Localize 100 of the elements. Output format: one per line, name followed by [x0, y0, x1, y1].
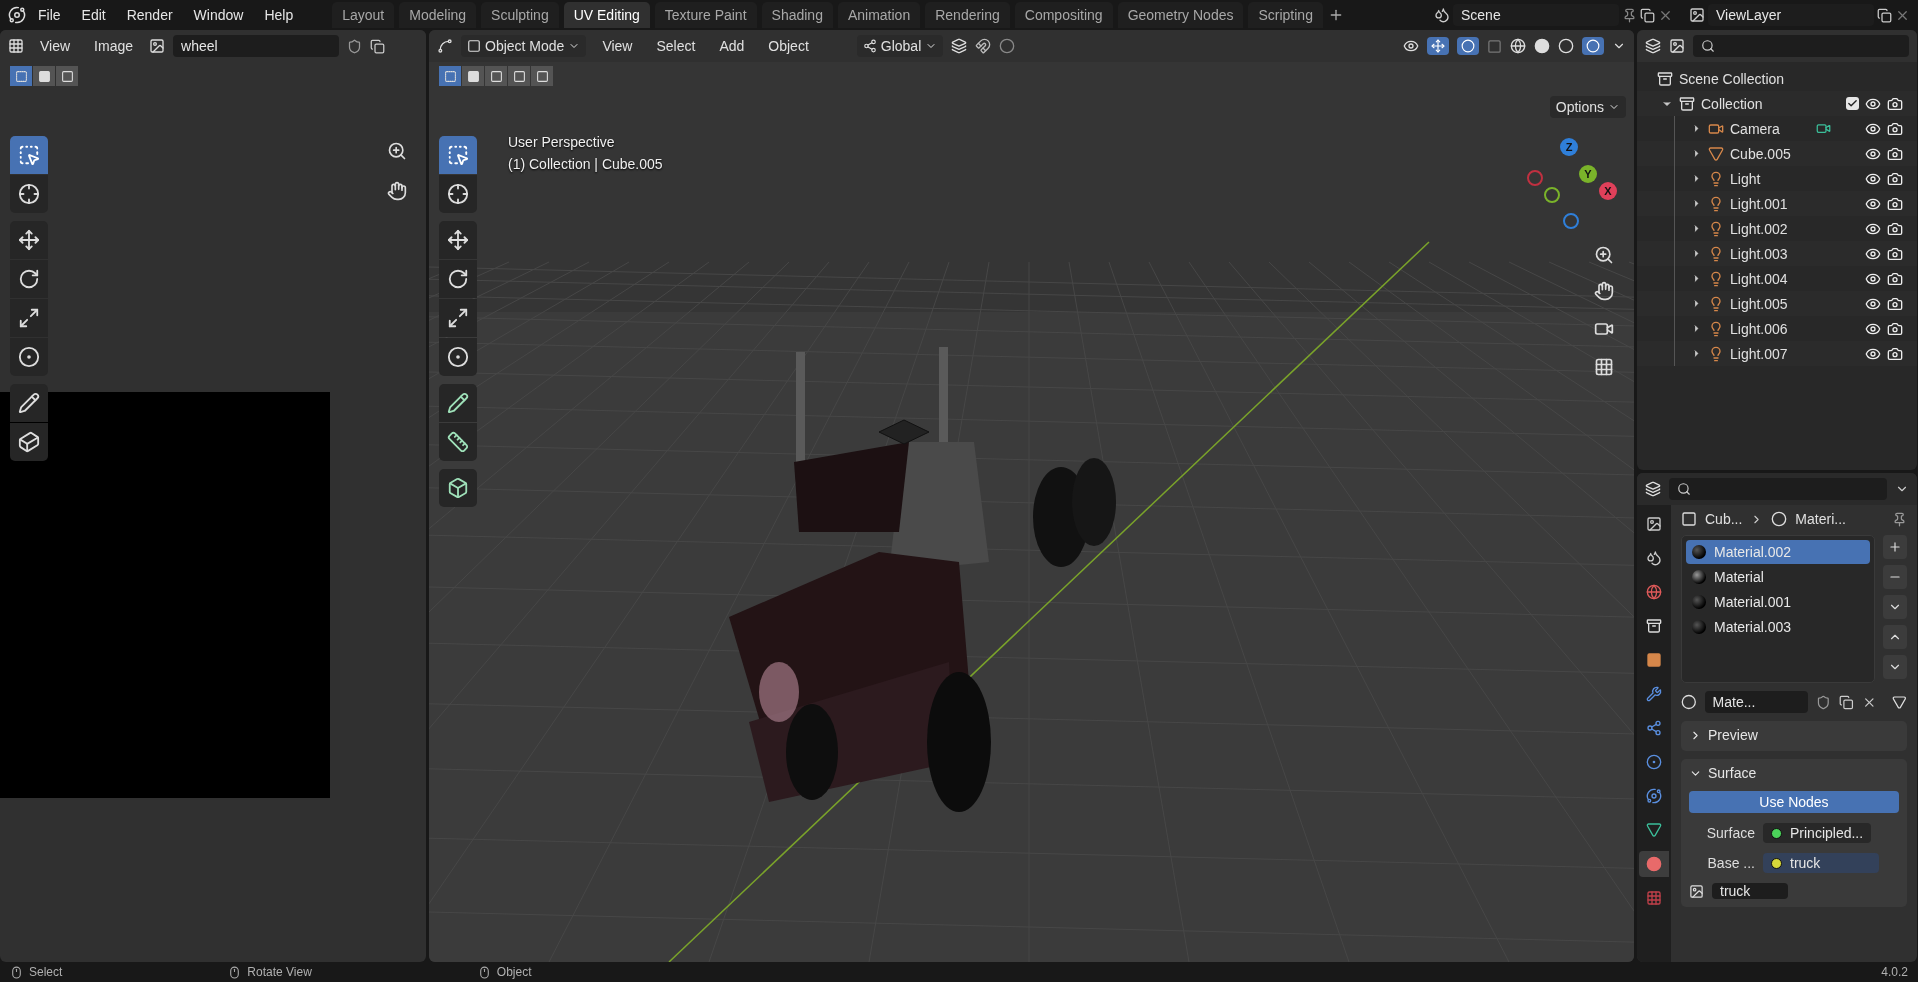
- move-down-button[interactable]: [1883, 655, 1907, 679]
- orientation-dropdown[interactable]: Global: [856, 35, 944, 57]
- render-icon[interactable]: [1887, 95, 1903, 112]
- outliner-item[interactable]: Scene Collection: [1679, 70, 1785, 87]
- remove-slot-button[interactable]: [1883, 565, 1907, 589]
- outliner-item[interactable]: Cube.005: [1730, 145, 1810, 162]
- texture-name-field[interactable]: truck: [1712, 883, 1788, 899]
- select-mode-button[interactable]: [10, 66, 32, 86]
- outliner-item[interactable]: Camera: [1730, 120, 1810, 137]
- menu-item[interactable]: View: [32, 35, 79, 57]
- select-box-tool[interactable]: [439, 136, 477, 174]
- workspace-tab[interactable]: Shading: [761, 2, 833, 28]
- move-tool[interactable]: [10, 221, 48, 259]
- outliner-item[interactable]: Collection: [1701, 95, 1763, 112]
- material-slot[interactable]: Material.002: [1686, 540, 1870, 564]
- transform-tool[interactable]: [439, 338, 477, 376]
- cursor-tool[interactable]: [10, 175, 48, 213]
- scale-tool[interactable]: [10, 299, 48, 337]
- surface-shader-field[interactable]: Principled...: [1763, 823, 1872, 843]
- search-field[interactable]: [1693, 35, 1909, 57]
- workspace-tab[interactable]: Scripting: [1248, 2, 1323, 28]
- select-mode-button[interactable]: [33, 66, 55, 86]
- panel-title[interactable]: Surface: [1708, 765, 1757, 781]
- negative-z-handle[interactable]: [1563, 213, 1579, 229]
- outliner-item[interactable]: Light.003: [1730, 245, 1810, 262]
- workspace-tab[interactable]: Modeling: [399, 2, 477, 28]
- rotate-tool[interactable]: [439, 260, 477, 298]
- panel-title[interactable]: Preview: [1708, 727, 1758, 743]
- menu-item[interactable]: View: [594, 35, 641, 57]
- scene-icon[interactable]: [1434, 7, 1450, 23]
- select-mode-button[interactable]: [508, 66, 530, 86]
- transform-tool[interactable]: [10, 338, 48, 376]
- menu-item[interactable]: Render: [117, 3, 182, 27]
- select-box-tool[interactable]: [10, 136, 48, 174]
- breadcrumb-item[interactable]: Materi...: [1795, 511, 1846, 527]
- mode-dropdown[interactable]: Object Mode: [461, 35, 587, 57]
- workspace-tab[interactable]: Rendering: [925, 2, 1010, 28]
- render-icon[interactable]: [1887, 295, 1903, 312]
- new-image-icon[interactable]: [370, 38, 385, 54]
- cursor-tool[interactable]: [439, 175, 477, 213]
- render-icon[interactable]: [1887, 245, 1903, 262]
- negative-x-handle[interactable]: [1527, 170, 1543, 186]
- move-tool[interactable]: [439, 221, 477, 259]
- render-icon[interactable]: [1887, 195, 1903, 212]
- image-name-field[interactable]: wheel: [173, 35, 339, 57]
- search-field[interactable]: [1669, 478, 1887, 500]
- workspace-tab[interactable]: Sculpting: [481, 2, 559, 28]
- annotate-tool[interactable]: [10, 384, 48, 422]
- move-up-button[interactable]: [1883, 625, 1907, 649]
- outliner-item[interactable]: Light.002: [1730, 220, 1810, 237]
- select-mode-button[interactable]: [56, 66, 78, 86]
- outliner-item[interactable]: Light.007: [1730, 345, 1810, 362]
- fake-user-icon[interactable]: [347, 38, 362, 54]
- material-slot[interactable]: Material: [1686, 565, 1870, 589]
- render-icon[interactable]: [1887, 220, 1903, 237]
- menu-item[interactable]: Select: [648, 35, 704, 57]
- menu-item[interactable]: Edit: [72, 3, 115, 27]
- proportional-icon[interactable]: [999, 38, 1016, 54]
- outliner-item[interactable]: Light.006: [1730, 320, 1810, 337]
- workspace-tab[interactable]: UV Editing: [563, 2, 650, 28]
- outliner-item[interactable]: Light: [1730, 170, 1810, 187]
- copy-icon[interactable]: [1640, 7, 1655, 23]
- add-slot-button[interactable]: [1883, 535, 1907, 559]
- material-browse-icon[interactable]: [1681, 694, 1697, 710]
- workspace-tab[interactable]: Compositing: [1014, 2, 1113, 28]
- outliner-item[interactable]: Light.004: [1730, 270, 1810, 287]
- menu-item[interactable]: Object: [760, 35, 817, 57]
- solid-shading-icon[interactable]: [1534, 38, 1550, 54]
- gizmo-toggle[interactable]: [1427, 37, 1449, 55]
- annotate-tool[interactable]: [439, 384, 477, 422]
- slot-menu-button[interactable]: [1883, 595, 1907, 619]
- outliner-item[interactable]: Light.005: [1730, 295, 1810, 312]
- rendered-shading-button[interactable]: [1582, 37, 1604, 55]
- add-cube-tool[interactable]: [439, 469, 477, 507]
- rip-tool[interactable]: [10, 423, 48, 461]
- fake-user-icon[interactable]: [1816, 694, 1832, 710]
- menu-item[interactable]: File: [29, 3, 70, 27]
- wireframe-shading-icon[interactable]: [1510, 38, 1526, 54]
- pin-icon[interactable]: [1892, 511, 1907, 527]
- checkbox[interactable]: [1846, 97, 1859, 110]
- material-shading-icon[interactable]: [1558, 38, 1574, 54]
- render-icon[interactable]: [1887, 145, 1903, 162]
- base-color-field[interactable]: truck: [1763, 853, 1879, 873]
- outliner-item[interactable]: Light.001: [1730, 195, 1810, 212]
- material-slot[interactable]: Material.001: [1686, 590, 1870, 614]
- menu-item[interactable]: Add: [711, 35, 753, 57]
- workspace-tab[interactable]: Geometry Nodes: [1117, 2, 1244, 28]
- menu-item[interactable]: Image: [86, 35, 141, 57]
- view-layer-icon[interactable]: [1689, 7, 1705, 23]
- view-layer-field[interactable]: ViewLayer: [1708, 4, 1874, 26]
- pin-icon[interactable]: [1622, 7, 1637, 23]
- options-dropdown[interactable]: Options: [1549, 96, 1626, 118]
- filter-icon[interactable]: [1669, 38, 1685, 54]
- menu-item[interactable]: Window: [184, 3, 253, 27]
- expand-icon[interactable]: [1691, 248, 1702, 259]
- render-icon[interactable]: [1887, 170, 1903, 187]
- render-icon[interactable]: [1887, 120, 1903, 137]
- render-icon[interactable]: [1887, 270, 1903, 287]
- image-icon[interactable]: [1689, 883, 1704, 899]
- material-name-field[interactable]: Mate...: [1704, 691, 1809, 713]
